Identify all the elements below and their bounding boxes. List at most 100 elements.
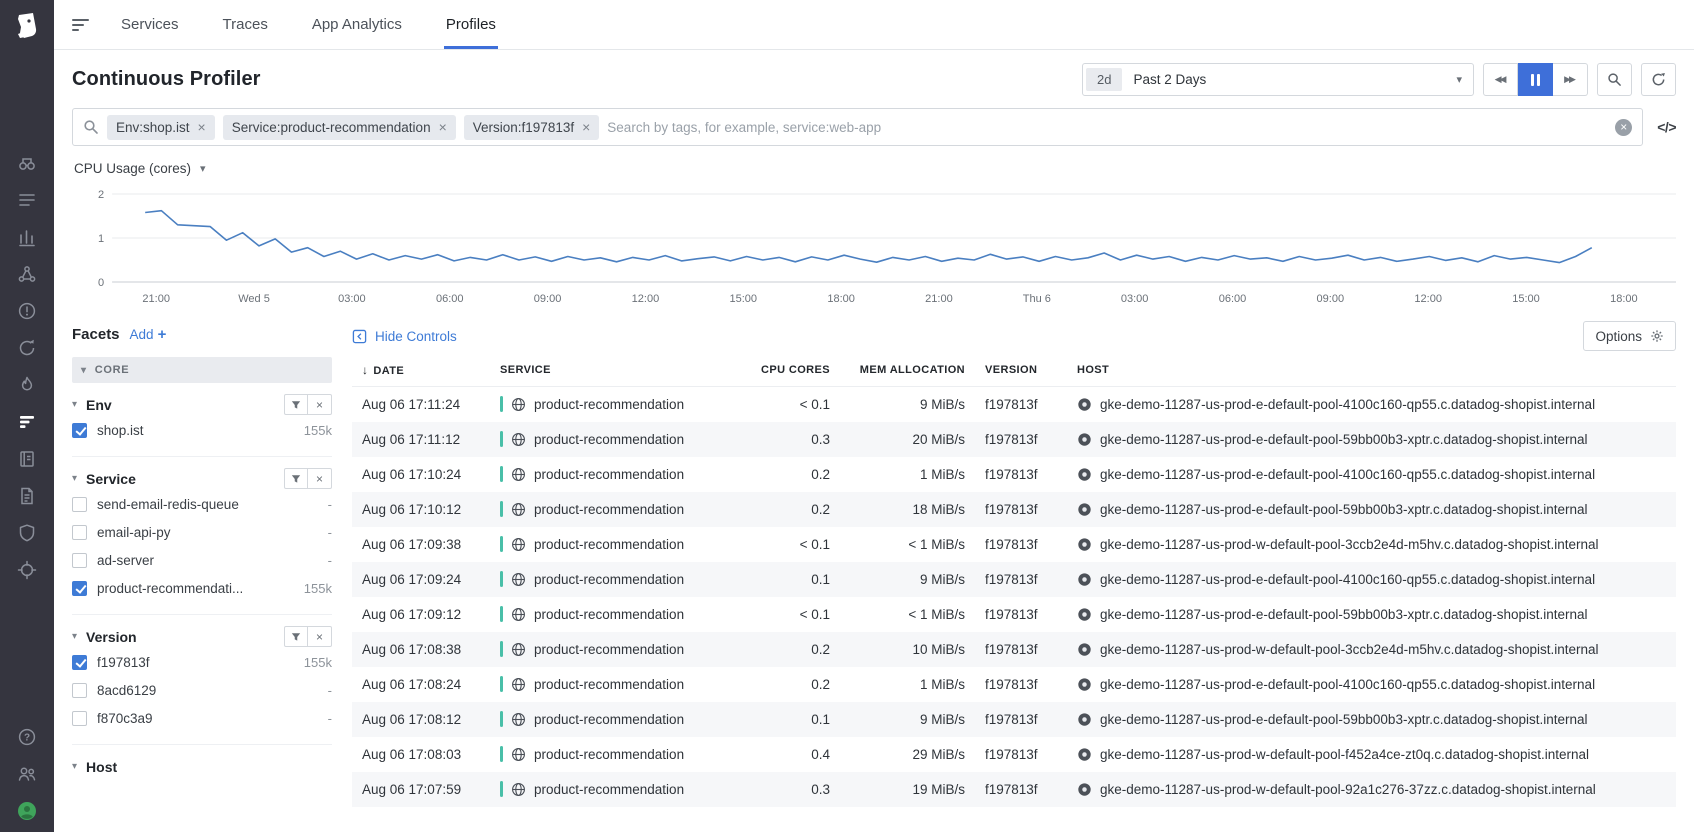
version-cell: f197813f [975,387,1067,422]
tab-services[interactable]: Services [119,0,181,49]
notebooks-icon[interactable] [16,448,38,470]
integrations-icon[interactable] [16,374,38,396]
table-row[interactable]: Aug 06 17:08:03product-recommendation0.4… [352,737,1676,772]
synthetics-icon[interactable] [16,337,38,359]
date-cell: Aug 06 17:08:12 [352,702,490,737]
facet-clear-button[interactable]: × [308,468,332,489]
table-row[interactable]: Aug 06 17:11:12product-recommendation0.3… [352,422,1676,457]
logs-icon[interactable] [16,485,38,507]
facet-group-toggle[interactable]: ▾Env [72,397,112,413]
filter-pill[interactable]: Service:product-recommendation× [223,115,456,140]
facet-item-8acd6129[interactable]: 8acd6129- [72,676,332,704]
column-header-host[interactable]: HOST [1067,361,1676,387]
facet-item-send-email-redis-queue[interactable]: send-email-redis-queue- [72,490,332,518]
watchdog-icon[interactable] [16,152,38,174]
table-row[interactable]: Aug 06 17:09:12product-recommendation< 0… [352,597,1676,632]
column-header-date[interactable]: ↓DATE [352,361,490,387]
table-row[interactable]: Aug 06 17:08:38product-recommendation0.2… [352,632,1676,667]
events-icon[interactable] [16,189,38,211]
column-header-version[interactable]: VERSION [975,361,1067,387]
facet-filter-button[interactable] [284,394,308,415]
facet-checkbox[interactable] [72,497,87,512]
zoom-button[interactable] [1597,63,1632,96]
table-row[interactable]: Aug 06 17:09:38product-recommendation< 0… [352,527,1676,562]
nav-filter-icon[interactable] [72,19,89,31]
service-cell: product-recommendation [490,702,740,737]
facet-item-product-recommendati-[interactable]: product-recommendati...155k [72,574,332,602]
facet-item-email-api-py[interactable]: email-api-py- [72,518,332,546]
facet-filter-button[interactable] [284,626,308,647]
facet-item-f870c3a9[interactable]: f870c3a9- [72,704,332,732]
facet-checkbox[interactable] [72,711,87,726]
facet-item-shop-ist[interactable]: shop.ist155k [72,416,332,444]
time-range-picker[interactable]: 2d Past 2 Days ▾ [1082,63,1474,96]
facet-filter-button[interactable] [284,468,308,489]
add-facet-button[interactable]: Add + [130,326,167,343]
facet-checkbox[interactable] [72,525,87,540]
pause-button[interactable] [1518,63,1553,96]
org-icon[interactable] [16,763,38,785]
tab-profiles[interactable]: Profiles [444,0,498,49]
facet-checkbox[interactable] [72,683,87,698]
table-row[interactable]: Aug 06 17:11:24product-recommendation< 0… [352,387,1676,422]
settings-icon[interactable] [16,559,38,581]
table-row[interactable]: Aug 06 17:10:12product-recommendation0.2… [352,492,1676,527]
column-header-mem-allocation[interactable]: MEM ALLOCATION [840,361,975,387]
facet-group-toggle[interactable]: ▾Version [72,629,137,645]
facet-group-toggle[interactable]: ▾Service [72,471,136,487]
pill-remove-icon[interactable]: × [582,120,590,134]
column-header-cpu-cores[interactable]: CPU CORES [740,361,840,387]
refresh-button[interactable] [1641,63,1676,96]
facet-item-count: - [328,497,332,512]
security-icon[interactable] [16,522,38,544]
facet-checkbox[interactable] [72,581,87,596]
monitors-icon[interactable] [16,300,38,322]
cpu-cores-cell: < 0.1 [740,527,840,562]
facet-item-count: - [328,525,332,540]
facet-checkbox[interactable] [72,655,87,670]
user-avatar[interactable] [16,800,38,822]
table-row[interactable]: Aug 06 17:10:24product-recommendation0.2… [352,457,1676,492]
table-row[interactable]: Aug 06 17:07:59product-recommendation0.3… [352,772,1676,807]
service-label: product-recommendation [534,782,684,797]
search-input[interactable] [607,120,1607,135]
table-row[interactable]: Aug 06 17:08:24product-recommendation0.2… [352,667,1676,702]
facet-group-toggle[interactable]: ▾Host [72,759,117,775]
table-row[interactable]: Aug 06 17:09:24product-recommendation0.1… [352,562,1676,597]
facet-checkbox[interactable] [72,423,87,438]
facet-groups: ▾Env×shop.ist155k▾Service×send-email-red… [72,393,332,778]
tab-app-analytics[interactable]: App Analytics [310,0,404,49]
options-button[interactable]: Options [1583,321,1676,351]
tab-traces[interactable]: Traces [221,0,270,49]
help-icon[interactable]: ? [16,726,38,748]
core-section-toggle[interactable]: ▾ CORE [72,357,332,383]
filter-pill[interactable]: Version:f197813f× [464,115,600,140]
host-label: gke-demo-11287-us-prod-e-default-pool-59… [1100,502,1588,517]
facet-clear-button[interactable]: × [308,626,332,647]
facet-item-ad-server[interactable]: ad-server- [72,546,332,574]
datadog-logo[interactable] [7,6,47,46]
mem-allocation-cell: 10 MiB/s [840,632,975,667]
metric-selector[interactable]: CPU Usage (cores) ▾ [74,161,206,176]
pill-remove-icon[interactable]: × [439,120,447,134]
facet-item-f197813f[interactable]: f197813f155k [72,648,332,676]
apm-profiling-icon[interactable] [16,411,38,433]
skip-forward-button[interactable]: ▶▶ [1553,63,1588,96]
cpu-usage-chart[interactable]: 01221:00Wed 503:0006:0009:0012:0015:0018… [72,184,1676,309]
dashboards-icon[interactable] [16,226,38,248]
clear-search-icon[interactable]: × [1615,119,1632,136]
facet-checkbox[interactable] [72,553,87,568]
service-cell: product-recommendation [490,772,740,807]
hide-controls-button[interactable]: Hide Controls [352,329,457,344]
column-header-service[interactable]: SERVICE [490,361,740,387]
table-row[interactable]: Aug 06 17:08:12product-recommendation0.1… [352,702,1676,737]
filter-pill[interactable]: Env:shop.ist× [107,115,215,140]
facet-clear-button[interactable]: × [308,394,332,415]
code-view-button[interactable]: </> [1657,119,1676,135]
pill-remove-icon[interactable]: × [198,120,206,134]
svg-text:18:00: 18:00 [1610,293,1638,305]
skip-backward-button[interactable]: ◀◀ [1483,63,1518,96]
mem-allocation-cell: 20 MiB/s [840,422,975,457]
options-label: Options [1595,329,1642,344]
infrastructure-icon[interactable] [16,263,38,285]
